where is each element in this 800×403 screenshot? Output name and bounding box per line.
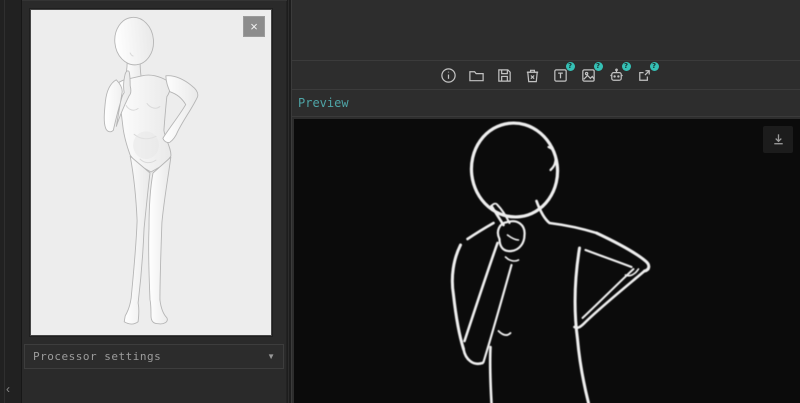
gutter-divider (4, 0, 5, 403)
close-pose-canvas-button[interactable]: × (243, 16, 265, 37)
help-badge: ? (566, 62, 575, 71)
mannequin-figure (31, 10, 271, 335)
pose-canvas[interactable]: × (30, 9, 272, 336)
preview-image-area (294, 119, 800, 403)
preview-panel: ? ? ? ? (291, 0, 800, 403)
resize-button[interactable]: ? (635, 66, 654, 85)
insert-text-button[interactable]: ? (551, 66, 570, 85)
preview-title: Preview (298, 96, 349, 110)
help-badge: ? (650, 62, 659, 71)
toolbar: ? ? ? ? (292, 61, 800, 90)
chevron-down-icon: ▼ (267, 352, 275, 361)
delete-button[interactable] (523, 66, 542, 85)
download-preview-button[interactable] (763, 126, 793, 153)
info-icon (440, 67, 457, 84)
app-window: ‹ (0, 0, 800, 403)
help-badge: ? (622, 62, 631, 71)
trash-icon (524, 67, 541, 84)
processor-settings-label: Processor settings (33, 350, 267, 363)
save-icon (496, 67, 513, 84)
insert-image-button[interactable]: ? (579, 66, 598, 85)
save-button[interactable] (495, 66, 514, 85)
preview-header: Preview (292, 90, 800, 117)
info-button[interactable] (439, 66, 458, 85)
download-icon (771, 132, 786, 147)
processor-settings-accordion[interactable]: Processor settings ▼ (24, 344, 284, 369)
separator-line (288, 0, 289, 403)
left-gutter: ‹ (0, 0, 22, 403)
collapse-panel-chevron-icon[interactable]: ‹ (1, 381, 15, 397)
folder-icon (468, 67, 485, 84)
pose-editor-panel: × Processor settings ▼ (22, 0, 287, 403)
ai-generate-button[interactable]: ? (607, 66, 626, 85)
help-badge: ? (594, 62, 603, 71)
lineart-preview-image (294, 119, 800, 403)
open-folder-button[interactable] (467, 66, 486, 85)
upper-section-empty (292, 0, 800, 61)
